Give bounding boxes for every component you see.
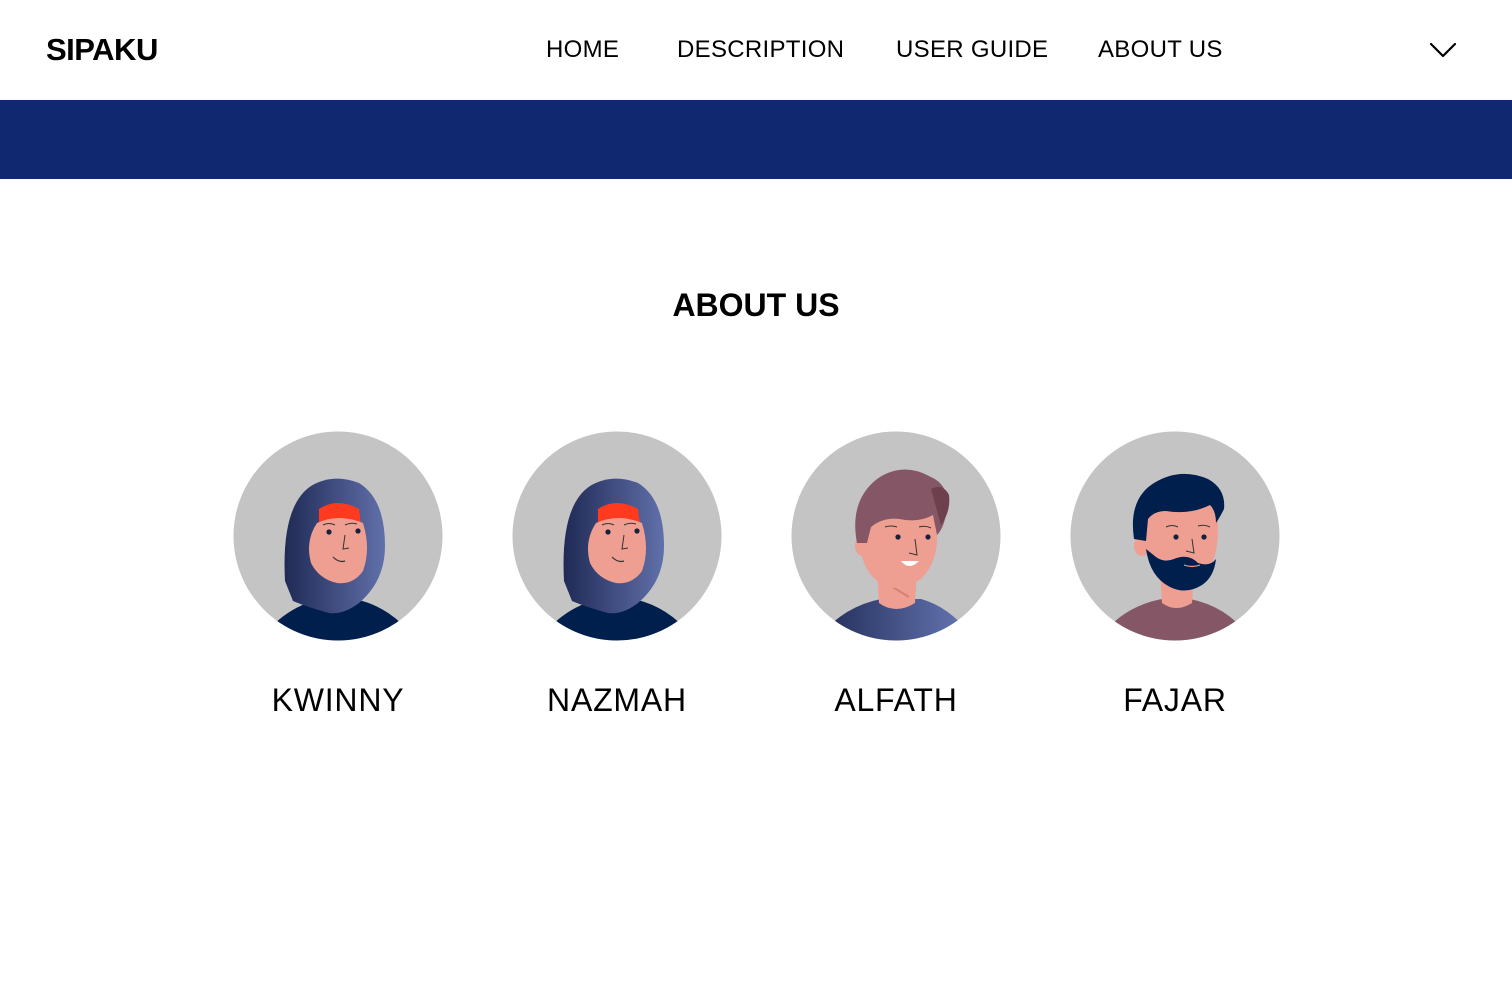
nav-link-home[interactable]: HOME [546, 36, 619, 64]
page-title: ABOUT US [672, 287, 840, 323]
team-member-card: FAJAR [1070, 431, 1280, 718]
nav-link-about-us[interactable]: ABOUT US [1098, 36, 1223, 64]
nav-link-user-guide[interactable]: USER GUIDE [896, 36, 1048, 64]
bearded-man-avatar [1070, 431, 1280, 641]
team-member-card: KWINNY [233, 431, 443, 718]
member-name: FAJAR [1123, 682, 1227, 718]
member-name: NAZMAH [547, 682, 687, 718]
team-member-card: ALFATH [791, 431, 1001, 718]
hijab-woman-avatar [233, 431, 443, 641]
member-name: KWINNY [271, 682, 405, 718]
nav-link-description[interactable]: DESCRIPTION [677, 36, 844, 64]
brand-logo[interactable]: SIPAKU [46, 32, 158, 68]
hijab-woman-avatar [512, 431, 722, 641]
navbar: SIPAKU HOME DESCRIPTION USER GUIDE ABOUT… [0, 0, 1512, 100]
young-man-avatar [791, 431, 1001, 641]
team-member-card: NAZMAH [512, 431, 722, 718]
chevron-down-icon[interactable] [1428, 36, 1458, 66]
member-name: ALFATH [834, 682, 958, 718]
hero-banner [0, 100, 1512, 179]
